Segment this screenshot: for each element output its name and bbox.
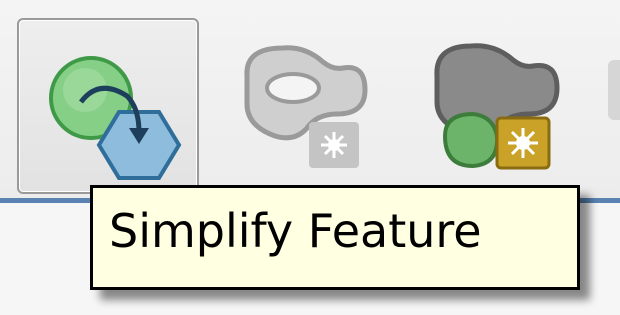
toolbar: [0, 0, 620, 205]
tooltip-text: Simplify Feature: [109, 204, 482, 258]
fill-ring-button[interactable]: [415, 18, 597, 194]
delete-ring-button[interactable]: [225, 18, 407, 194]
delete-ring-icon: [244, 45, 368, 168]
fill-ring-icon: [434, 43, 560, 170]
simplify-feature-button[interactable]: [17, 18, 199, 194]
tooltip: Simplify Feature: [90, 185, 580, 290]
partial-toolbar-button[interactable]: [608, 60, 620, 120]
simplify-feature-icon: [49, 56, 182, 180]
